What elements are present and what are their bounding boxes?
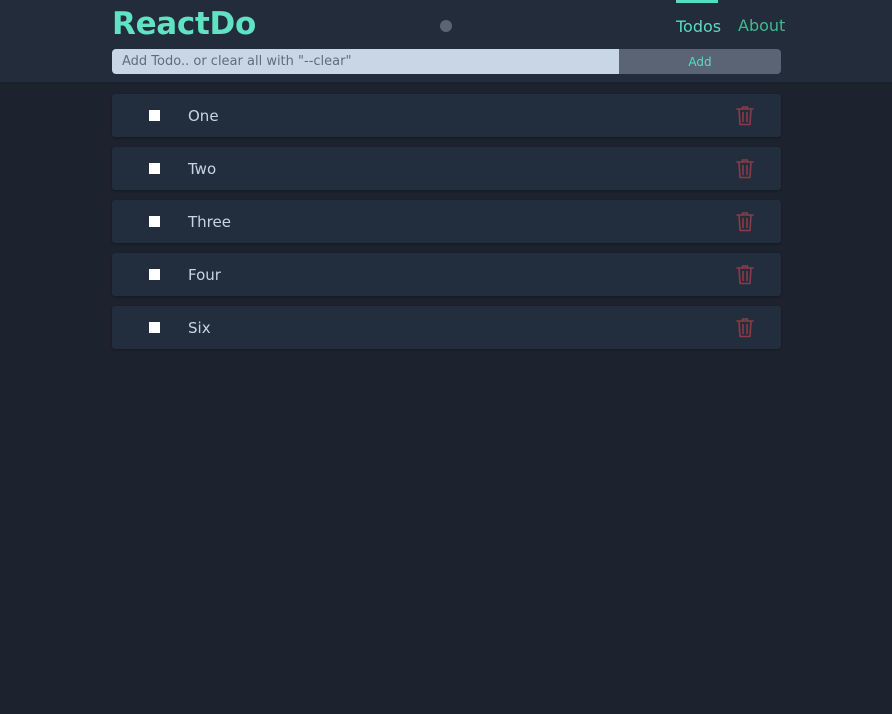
todo-item: Two [112, 147, 781, 190]
todo-text: Four [188, 266, 221, 284]
todo-item: One [112, 94, 781, 137]
todo-item: Six [112, 306, 781, 349]
todo-text: Six [188, 319, 211, 337]
add-button[interactable]: Add [619, 49, 781, 74]
nav-about-link[interactable]: About [738, 0, 785, 50]
trash-icon[interactable] [736, 264, 754, 285]
todo-input[interactable] [112, 49, 619, 74]
todo-text: Two [188, 160, 217, 178]
todo-checkbox[interactable] [149, 110, 160, 121]
app-header: ReactDo Todos About Add [0, 0, 892, 84]
todo-list: One Two Three Four Six [112, 94, 781, 359]
status-dot [440, 20, 452, 32]
trash-icon[interactable] [736, 211, 754, 232]
app-brand: ReactDo [112, 6, 256, 42]
todo-checkbox[interactable] [149, 216, 160, 227]
todo-item: Four [112, 253, 781, 296]
todo-text: Three [188, 213, 231, 231]
todo-checkbox[interactable] [149, 269, 160, 280]
todo-text: One [188, 107, 219, 125]
add-todo-form: Add [112, 49, 781, 74]
trash-icon[interactable] [736, 317, 754, 338]
todo-checkbox[interactable] [149, 322, 160, 333]
todo-checkbox[interactable] [149, 163, 160, 174]
trash-icon[interactable] [736, 105, 754, 126]
trash-icon[interactable] [736, 158, 754, 179]
todo-item: Three [112, 200, 781, 243]
nav-todos-link[interactable]: Todos [676, 0, 721, 50]
